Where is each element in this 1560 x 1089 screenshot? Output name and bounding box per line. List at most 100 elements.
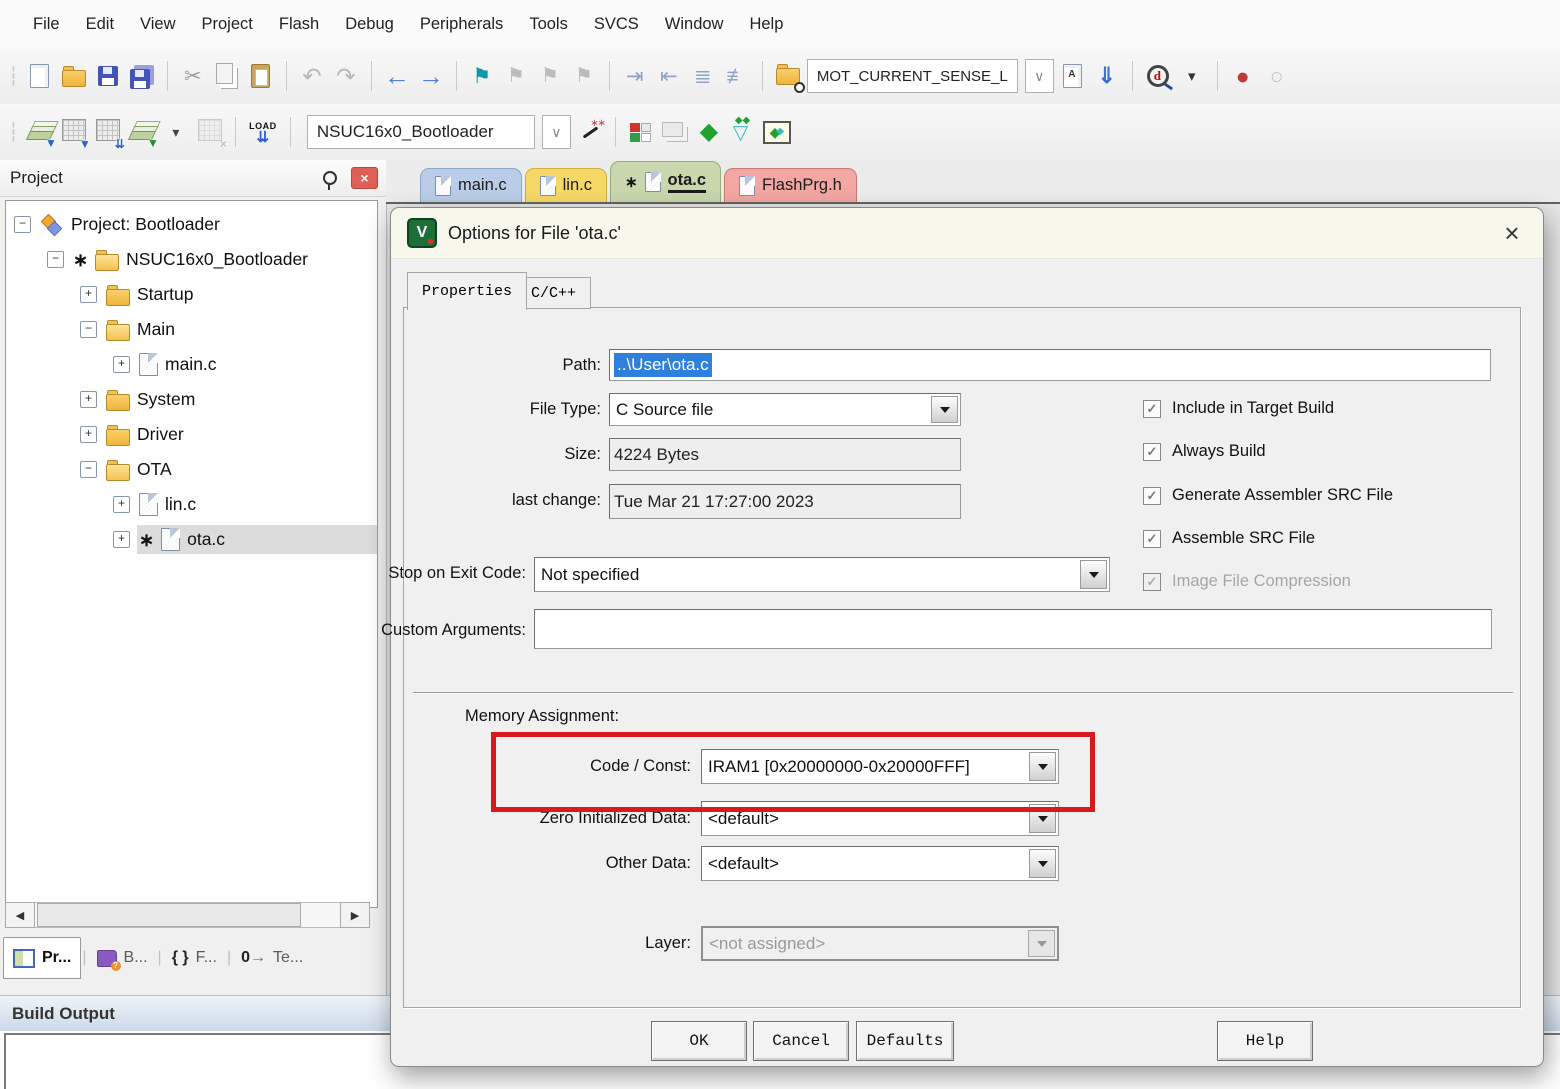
- tree-item-system[interactable]: +System: [6, 382, 377, 417]
- panel-tab-pr[interactable]: Pr...: [3, 937, 81, 979]
- menu-item-help[interactable]: Help: [736, 15, 796, 34]
- tree-item-ota[interactable]: −OTA: [6, 452, 377, 487]
- tree-expander-plus-icon[interactable]: +: [113, 496, 130, 513]
- menu-item-project[interactable]: Project: [189, 15, 266, 34]
- file-type-select[interactable]: C Source file: [609, 393, 961, 426]
- tree-expander-minus-icon[interactable]: −: [47, 251, 64, 268]
- search-combobox[interactable]: MOT_CURRENT_SENSE_L: [807, 59, 1018, 93]
- checkbox-include-in-target-build[interactable]: ✓Include in Target Build: [1143, 399, 1334, 418]
- toolbar-button-new-file[interactable]: [25, 58, 55, 94]
- stop-on-exit-dropdown-button[interactable]: [1080, 560, 1107, 589]
- toolbar-button-runtime[interactable]: ◆: [694, 114, 724, 150]
- toolbar-button-nav-back[interactable]: ←: [382, 58, 412, 94]
- stop-on-exit-select[interactable]: Not specified: [534, 557, 1110, 592]
- toolbar-button-find-in-files[interactable]: [773, 58, 803, 94]
- checkbox-box-icon[interactable]: ✓: [1143, 400, 1161, 418]
- tree-expander-plus-icon[interactable]: +: [113, 356, 130, 373]
- checkbox-box-icon[interactable]: ✓: [1143, 443, 1161, 461]
- toolbar-button-components[interactable]: [626, 114, 656, 150]
- toolbar-button-save-all[interactable]: [127, 58, 157, 94]
- memory-dropdown-button[interactable]: [1029, 804, 1056, 833]
- menu-item-flash[interactable]: Flash: [266, 15, 332, 34]
- editor-tab-main-c[interactable]: main.c: [420, 168, 522, 202]
- tree-item-main[interactable]: −Main: [6, 312, 377, 347]
- tab-properties[interactable]: Properties: [407, 272, 527, 310]
- toolbar-button-save[interactable]: [93, 58, 123, 94]
- target-select-dropdown-button[interactable]: ∨: [542, 115, 571, 149]
- memory-select-zero-initialized-data[interactable]: <default>: [701, 801, 1059, 836]
- pin-icon[interactable]: [323, 171, 337, 185]
- scroll-track[interactable]: [35, 902, 340, 928]
- menu-item-debug[interactable]: Debug: [332, 15, 407, 34]
- menu-item-peripherals[interactable]: Peripherals: [407, 15, 516, 34]
- horizontal-scrollbar[interactable]: ◀ ▶: [5, 902, 370, 928]
- toolbar-button-packs-filter[interactable]: ▽◆◆: [728, 114, 758, 150]
- button-cancel[interactable]: Cancel: [753, 1021, 849, 1061]
- tree-expander-minus-icon[interactable]: −: [80, 321, 97, 338]
- menu-item-edit[interactable]: Edit: [73, 15, 127, 34]
- toolbar-button-bookmark-clear[interactable]: ⚑: [569, 58, 599, 94]
- button-help[interactable]: Help: [1217, 1021, 1313, 1061]
- toolbar-button-comment[interactable]: ≣: [688, 58, 718, 94]
- tree-item-lin-c[interactable]: +lin.c: [6, 487, 377, 522]
- checkbox-image-file-compression[interactable]: ✓Image File Compression: [1143, 572, 1351, 591]
- custom-arguments-input[interactable]: [534, 609, 1492, 649]
- toolbar-button-search-d[interactable]: d: [1143, 58, 1173, 94]
- toolbar-button-cut[interactable]: ✂: [178, 58, 208, 94]
- file-type-dropdown-button[interactable]: [931, 396, 958, 423]
- toolbar-button-batch-build[interactable]: ▼: [127, 114, 157, 150]
- memory-dropdown-button[interactable]: [1029, 849, 1056, 878]
- tree-expander-plus-icon[interactable]: +: [80, 426, 97, 443]
- checkbox-generate-assembler-src-file[interactable]: ✓Generate Assembler SRC File: [1143, 486, 1393, 505]
- toolbar-button-open[interactable]: [59, 58, 89, 94]
- tree-expander-plus-icon[interactable]: +: [80, 391, 97, 408]
- button-defaults[interactable]: Defaults: [856, 1021, 954, 1061]
- toolbar-button-frames[interactable]: [660, 114, 690, 150]
- tree-item-nsuc16x0-bootloader[interactable]: −∗NSUC16x0_Bootloader: [6, 242, 377, 277]
- path-input[interactable]: ..\User\ota.c: [609, 349, 1491, 381]
- close-panel-button[interactable]: ×: [351, 167, 378, 189]
- menu-item-tools[interactable]: Tools: [516, 15, 581, 34]
- editor-tab-lin-c[interactable]: lin.c: [525, 168, 607, 202]
- toolbar-button-uncomment[interactable]: ≢: [722, 58, 752, 94]
- tree-expander-plus-icon[interactable]: +: [80, 286, 97, 303]
- editor-tab-ota-c[interactable]: ∗ota.c: [610, 161, 721, 202]
- toolbar-button-bp-red[interactable]: ●: [1228, 58, 1258, 94]
- toolbar-button-batch-caret[interactable]: ▾: [161, 114, 191, 150]
- toolbar-button-rebuild[interactable]: ⇊: [93, 114, 123, 150]
- toolbar-button-undo[interactable]: ↶: [297, 58, 327, 94]
- checkbox-box-icon[interactable]: ✓: [1143, 573, 1161, 591]
- menu-item-view[interactable]: View: [127, 15, 188, 34]
- toolbar-button-find-next[interactable]: ⇓: [1092, 58, 1122, 94]
- memory-dropdown-button[interactable]: [1029, 752, 1056, 781]
- checkbox-box-icon[interactable]: ✓: [1143, 530, 1161, 548]
- menu-item-window[interactable]: Window: [652, 15, 737, 34]
- scroll-left-button[interactable]: ◀: [5, 902, 35, 928]
- tree-item-startup[interactable]: +Startup: [6, 277, 377, 312]
- toolbar-button-copy[interactable]: [212, 58, 242, 94]
- button-ok[interactable]: OK: [651, 1021, 747, 1061]
- dialog-close-button[interactable]: ×: [1497, 220, 1527, 246]
- tab-c-cpp[interactable]: C/C++: [516, 277, 591, 309]
- toolbar-button-wand[interactable]: [575, 114, 605, 150]
- tree-item-driver[interactable]: +Driver: [6, 417, 377, 452]
- toolbar-button-load[interactable]: LOAD⇊: [246, 114, 280, 150]
- editor-tab-flashprg-h[interactable]: FlashPrg.h: [724, 168, 857, 202]
- tree-expander-minus-icon[interactable]: −: [14, 216, 31, 233]
- toolbar-button-bookmark-next[interactable]: ⚑: [535, 58, 565, 94]
- menu-item-file[interactable]: File: [20, 15, 73, 34]
- toolbar-button-doc-search[interactable]: A: [1058, 58, 1088, 94]
- target-select-combobox[interactable]: NSUC16x0_Bootloader: [307, 115, 535, 149]
- toolbar-button-build[interactable]: ▼: [59, 114, 89, 150]
- toolbar-button-nav-forward[interactable]: →: [416, 58, 446, 94]
- tree-expander-plus-icon[interactable]: +: [113, 531, 130, 548]
- menu-item-svcs[interactable]: SVCS: [581, 15, 652, 34]
- tree-item-main-c[interactable]: +main.c: [6, 347, 377, 382]
- tree-item-project-bootloader[interactable]: −Project: Bootloader: [6, 207, 377, 242]
- tree-expander-minus-icon[interactable]: −: [80, 461, 97, 478]
- memory-select-other-data[interactable]: <default>: [701, 846, 1059, 881]
- toolbar-button-pack-box[interactable]: ◆◆: [762, 114, 792, 150]
- panel-tab-f[interactable]: { }F...: [163, 938, 226, 978]
- checkbox-assemble-src-file[interactable]: ✓Assemble SRC File: [1143, 529, 1315, 548]
- checkbox-box-icon[interactable]: ✓: [1143, 487, 1161, 505]
